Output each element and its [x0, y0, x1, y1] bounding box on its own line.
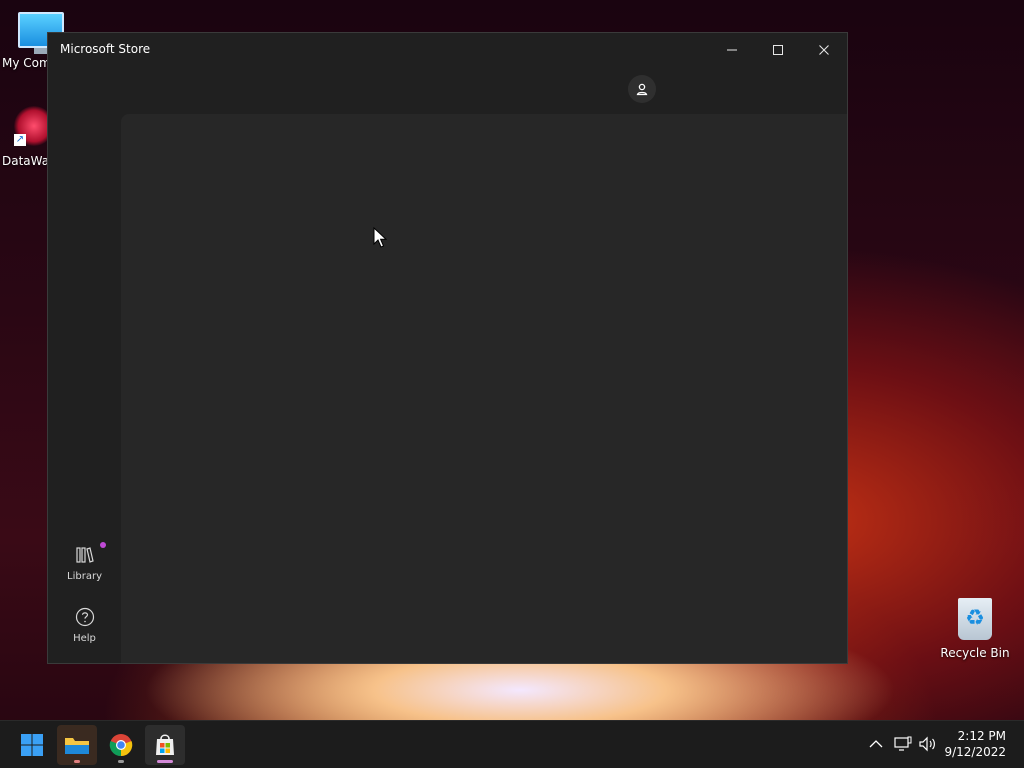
chevron-up-icon	[869, 740, 883, 748]
clock-date: 9/12/2022	[944, 745, 1006, 759]
window-title: Microsoft Store	[60, 42, 151, 56]
volume-button[interactable]	[918, 733, 938, 755]
taskbar-microsoft-store[interactable]	[145, 725, 185, 765]
start-button[interactable]	[12, 725, 52, 765]
microsoft-store-window: Microsoft Store Library Help	[47, 32, 848, 664]
user-icon	[636, 83, 648, 96]
library-icon	[75, 547, 94, 563]
minimize-icon	[727, 49, 737, 51]
microsoft-store-icon	[156, 734, 174, 755]
desktop-icon-recycle-bin[interactable]: ♻ Recycle Bin	[938, 598, 1012, 660]
sidebar-item-help[interactable]: Help	[48, 606, 121, 644]
taskbar-clock[interactable]: 2:12 PM 9/12/2022	[944, 728, 1006, 760]
windows-logo-icon	[21, 734, 43, 756]
clock-time: 2:12 PM	[957, 729, 1006, 743]
chrome-icon	[109, 734, 133, 757]
shortcut-arrow-icon: ↗	[14, 134, 26, 146]
content-area	[121, 114, 847, 663]
running-indicator	[74, 760, 80, 763]
sidebar-item-library[interactable]: Library	[48, 544, 121, 582]
taskbar-chrome[interactable]	[101, 725, 141, 765]
account-button[interactable]	[628, 75, 656, 103]
minimize-button[interactable]	[709, 33, 755, 67]
taskbar-file-explorer[interactable]	[57, 725, 97, 765]
folder-icon	[65, 738, 89, 754]
sidebar-item-label: Help	[73, 633, 96, 644]
sidebar-item-label: Library	[67, 571, 102, 582]
active-indicator	[157, 760, 173, 763]
network-icon	[894, 736, 912, 751]
desktop: My Com ↗ DataWag ♻ Recycle Bin Microsoft…	[0, 0, 1024, 768]
maximize-button[interactable]	[755, 33, 801, 67]
taskbar: 2:12 PM 9/12/2022	[0, 720, 1024, 768]
volume-icon	[919, 736, 935, 752]
recycle-bin-icon: ♻	[958, 598, 992, 640]
running-indicator	[118, 760, 124, 763]
store-header	[48, 67, 847, 114]
desktop-icon-label: Recycle Bin	[940, 646, 1010, 660]
mouse-cursor-icon	[373, 227, 387, 248]
show-hidden-icons-button[interactable]	[866, 733, 886, 755]
close-icon	[819, 45, 829, 55]
title-bar[interactable]: Microsoft Store	[48, 33, 847, 67]
network-button[interactable]	[893, 733, 913, 755]
maximize-icon	[773, 45, 783, 55]
close-button[interactable]	[801, 33, 847, 67]
help-icon	[75, 607, 94, 627]
